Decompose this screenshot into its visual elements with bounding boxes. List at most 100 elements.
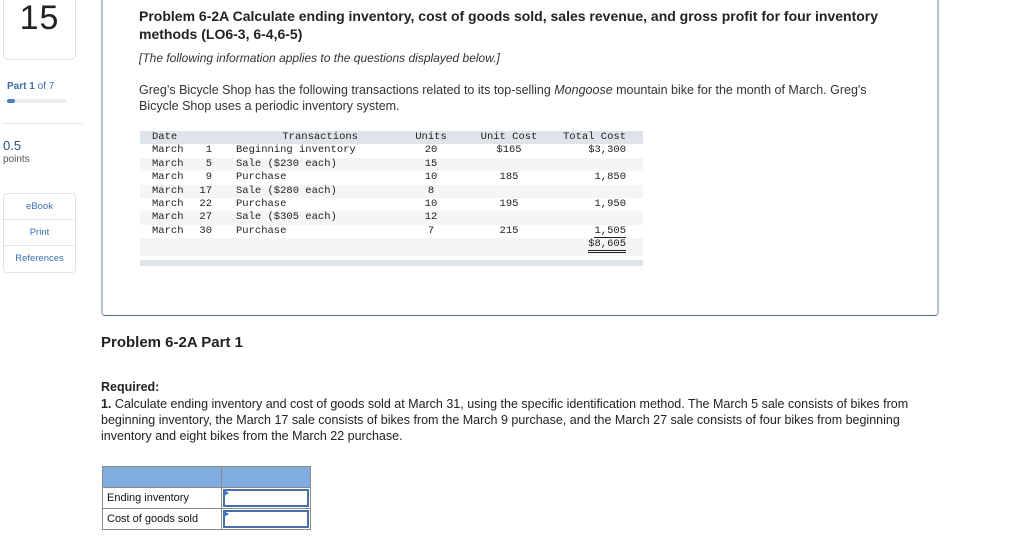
part-progress-fill <box>7 99 16 103</box>
intro-brand: Mongoose <box>554 83 613 97</box>
cogs-label: Cost of goods sold <box>102 508 222 530</box>
print-link[interactable]: Print <box>4 220 75 246</box>
part-prefix: Part 1 <box>7 81 35 92</box>
transaction-day: 27 <box>199 211 212 224</box>
transaction-total-cost <box>538 158 638 171</box>
total-spacer-5 <box>458 238 538 256</box>
transaction-day: 22 <box>199 197 212 210</box>
problem-title: Problem 6-2A Calculate ending inventory,… <box>139 8 879 42</box>
transaction-description: Purchase <box>236 197 287 210</box>
transaction-units: 12 <box>424 211 438 224</box>
answer-header-label <box>102 466 222 488</box>
transaction-month: March <box>152 184 184 197</box>
required-label: Required: <box>101 380 160 394</box>
required-number: 1. <box>101 397 112 411</box>
transaction-row: March 17 Sale ($280 each) 8 <box>140 184 643 198</box>
header-units: Units <box>415 131 447 143</box>
cogs-cell <box>221 508 311 530</box>
references-link[interactable]: References <box>4 246 75 272</box>
transaction-day: 17 <box>199 184 212 197</box>
total-cost-value: $8,605 <box>588 238 626 254</box>
transactions-footer-bar <box>140 260 643 267</box>
total-cost-cell: $8,605 <box>538 238 638 256</box>
transaction-row: March 22 Purchase 10 195 1,950 <box>140 198 643 211</box>
transaction-unit-cost: 215 <box>499 224 519 237</box>
total-spacer-4 <box>362 238 458 256</box>
problem-note: [The following information applies to th… <box>139 51 500 65</box>
answer-table-header <box>102 466 311 488</box>
sidebar-divider <box>3 123 83 124</box>
header-total-cost: Total Cost <box>562 131 626 143</box>
last-total-cost-value: 1,505 <box>594 224 626 238</box>
ebook-link[interactable]: eBook <box>4 194 75 220</box>
transaction-unit-cost <box>458 158 538 171</box>
transaction-total-cost: $3,300 <box>588 144 626 157</box>
transaction-unit-cost: 195 <box>499 197 519 210</box>
transaction-total-cost <box>538 185 638 198</box>
transaction-row: March 27 Sale ($305 each) 12 <box>140 211 643 225</box>
transactions-header-row: Date Transactions Units Unit Cost Total … <box>140 131 643 145</box>
intro-text-1: Greg’s Bicycle Shop has the following tr… <box>139 83 555 97</box>
transaction-description: Sale ($305 each) <box>236 211 337 224</box>
transaction-row: March 9 Purchase 10 185 1,850 <box>140 171 643 184</box>
part-indicator: Part 1 of 7 <box>7 81 54 92</box>
transaction-units: 15 <box>424 157 438 170</box>
transaction-month: March <box>152 211 184 224</box>
total-spacer-2 <box>186 238 212 256</box>
part-title: Problem 6-2A Part 1 <box>101 334 243 351</box>
transactions-total-row: $8,605 <box>140 238 643 257</box>
input-flag-icon <box>224 511 229 517</box>
transaction-description: Sale ($230 each) <box>236 157 337 170</box>
transaction-description: Purchase <box>236 224 287 237</box>
answer-header-value <box>221 466 311 488</box>
points-value: 0.5 <box>3 138 22 153</box>
transaction-unit-cost: $165 <box>496 144 522 157</box>
part-prefix-text: Part <box>7 81 30 92</box>
transaction-row: March 1 Beginning inventory 20 $165 $3,300 <box>140 144 643 157</box>
transaction-description: Purchase <box>236 171 287 184</box>
question-number: 15 <box>19 0 60 37</box>
ending-inventory-label: Ending inventory <box>102 487 222 509</box>
transaction-units: 20 <box>424 144 438 157</box>
transaction-total-cost: 1,505 <box>538 225 638 238</box>
total-spacer-3 <box>212 238 362 256</box>
cogs-input[interactable] <box>223 510 309 528</box>
transaction-day: 1 <box>205 144 212 157</box>
required-body: Calculate ending inventory and cost of g… <box>101 397 909 443</box>
transaction-description: Sale ($280 each) <box>236 184 337 197</box>
header-transactions: Transactions <box>282 131 358 143</box>
transactions-body: March 1 Beginning inventory 20 $165 $3,300 Mar… <box>140 144 643 238</box>
transaction-month: March <box>152 224 184 237</box>
transaction-month: March <box>152 171 184 184</box>
transaction-day: 30 <box>199 224 212 237</box>
ending-inventory-cell <box>221 487 311 509</box>
header-date: Date <box>152 131 178 143</box>
transaction-month: March <box>152 197 184 210</box>
input-flag-icon <box>224 490 229 496</box>
transaction-units: 10 <box>424 171 438 184</box>
transactions-table: Date Transactions Units Unit Cost Total … <box>140 131 643 267</box>
answer-row-ending-inventory: Ending inventory <box>102 487 311 509</box>
transaction-row: March 30 Purchase 7 215 1,505 <box>140 225 643 238</box>
ending-inventory-input[interactable] <box>223 489 309 507</box>
answer-table: Ending inventory Cost of goods sold <box>102 466 311 530</box>
header-unit-cost: Unit Cost <box>480 131 538 143</box>
transaction-row: March 5 Sale ($230 each) 15 <box>140 157 643 172</box>
transaction-unit-cost <box>458 185 538 198</box>
total-spacer-1 <box>140 238 186 256</box>
required-instructions: 1. Calculate ending inventory and cost o… <box>101 396 946 444</box>
transaction-units: 10 <box>424 197 438 210</box>
resource-links: eBook Print References <box>3 193 76 273</box>
transaction-month: March <box>152 144 184 157</box>
problem-intro: Greg’s Bicycle Shop has the following tr… <box>139 82 899 114</box>
part-progress-bar <box>7 99 66 103</box>
transaction-total-cost: 1,850 <box>594 171 626 184</box>
points-label: points <box>3 154 30 165</box>
question-number-box: 15 <box>3 0 76 60</box>
transaction-day: 9 <box>205 171 212 184</box>
transaction-unit-cost: 185 <box>499 171 519 184</box>
transaction-day: 5 <box>205 157 212 170</box>
transaction-month: March <box>152 157 184 170</box>
transaction-total-cost: 1,950 <box>594 197 626 210</box>
transaction-description: Beginning inventory <box>236 144 356 157</box>
